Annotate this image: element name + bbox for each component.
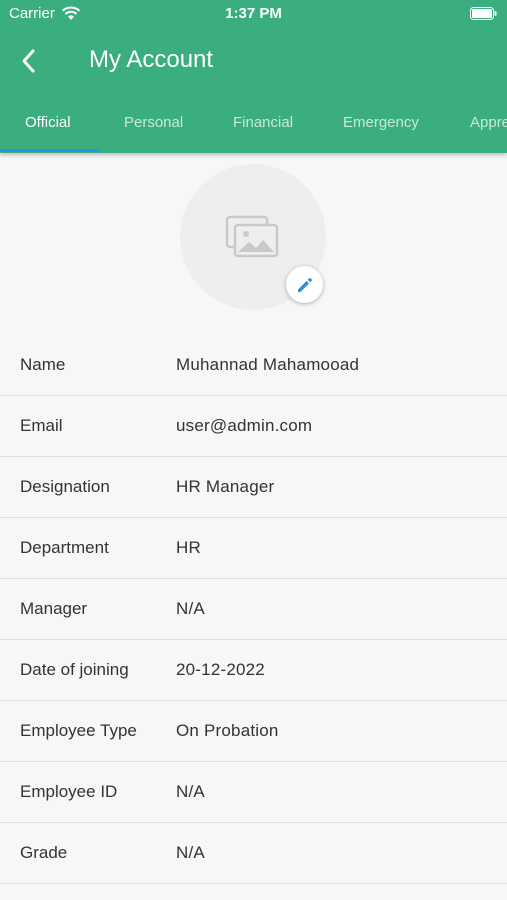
image-placeholder-icon xyxy=(225,215,279,258)
detail-row-employee-id: Employee ID N/A xyxy=(0,762,507,823)
back-button[interactable] xyxy=(12,44,46,78)
detail-label: Manager xyxy=(20,599,88,618)
tab-bar: Official Personal Financial Emergency Ap… xyxy=(0,100,507,153)
tab-financial[interactable]: Financial xyxy=(233,100,293,153)
detail-row-employee-type: Employee Type On Probation xyxy=(0,701,507,762)
detail-label: Employee ID xyxy=(20,782,118,801)
detail-label: Grade xyxy=(20,843,68,862)
detail-value: N/A xyxy=(176,599,205,618)
detail-label: Email xyxy=(20,416,63,435)
detail-row-department: Department HR xyxy=(0,518,507,579)
battery-icon xyxy=(470,7,497,20)
detail-label: Name xyxy=(20,355,66,374)
detail-label: Date of joining xyxy=(20,660,129,679)
detail-row-date-of-joining: Date of joining 20-12-2022 xyxy=(0,640,507,701)
detail-label: Employee Type xyxy=(20,721,137,740)
detail-label: Department xyxy=(20,538,109,557)
detail-value: HR xyxy=(176,538,201,557)
tab-emergency[interactable]: Emergency xyxy=(343,100,419,153)
app-header: Carrier 1:37 PM My Account Official Pers… xyxy=(0,0,507,153)
chevron-left-icon xyxy=(22,49,35,73)
official-details-list: Name Muhannad Mahamooad Email user@admin… xyxy=(0,335,507,884)
detail-row-designation: Designation HR Manager xyxy=(0,457,507,518)
status-bar: Carrier 1:37 PM xyxy=(0,0,507,28)
detail-row-name: Name Muhannad Mahamooad xyxy=(0,335,507,396)
tab-appreciation[interactable]: Appre xyxy=(470,100,507,153)
edit-photo-button[interactable] xyxy=(286,266,323,303)
detail-row-manager: Manager N/A xyxy=(0,579,507,640)
pencil-icon xyxy=(297,277,312,292)
status-time: 1:37 PM xyxy=(225,5,282,22)
page-title: My Account xyxy=(89,46,214,73)
tab-personal[interactable]: Personal xyxy=(124,100,183,153)
detail-value: N/A xyxy=(176,843,205,862)
toolbar: My Account xyxy=(0,36,507,86)
detail-value: N/A xyxy=(176,782,205,801)
detail-label: Designation xyxy=(20,477,110,496)
detail-value: On Probation xyxy=(176,721,279,740)
detail-value: 20-12-2022 xyxy=(176,660,265,679)
detail-row-email: Email user@admin.com xyxy=(0,396,507,457)
tab-indicator xyxy=(0,149,100,152)
tab-official[interactable]: Official xyxy=(25,100,71,153)
detail-row-grade: Grade N/A xyxy=(0,823,507,884)
detail-value: user@admin.com xyxy=(176,416,313,435)
profile-photo-section xyxy=(180,164,328,312)
detail-value: HR Manager xyxy=(176,477,275,496)
detail-value: Muhannad Mahamooad xyxy=(176,355,360,374)
